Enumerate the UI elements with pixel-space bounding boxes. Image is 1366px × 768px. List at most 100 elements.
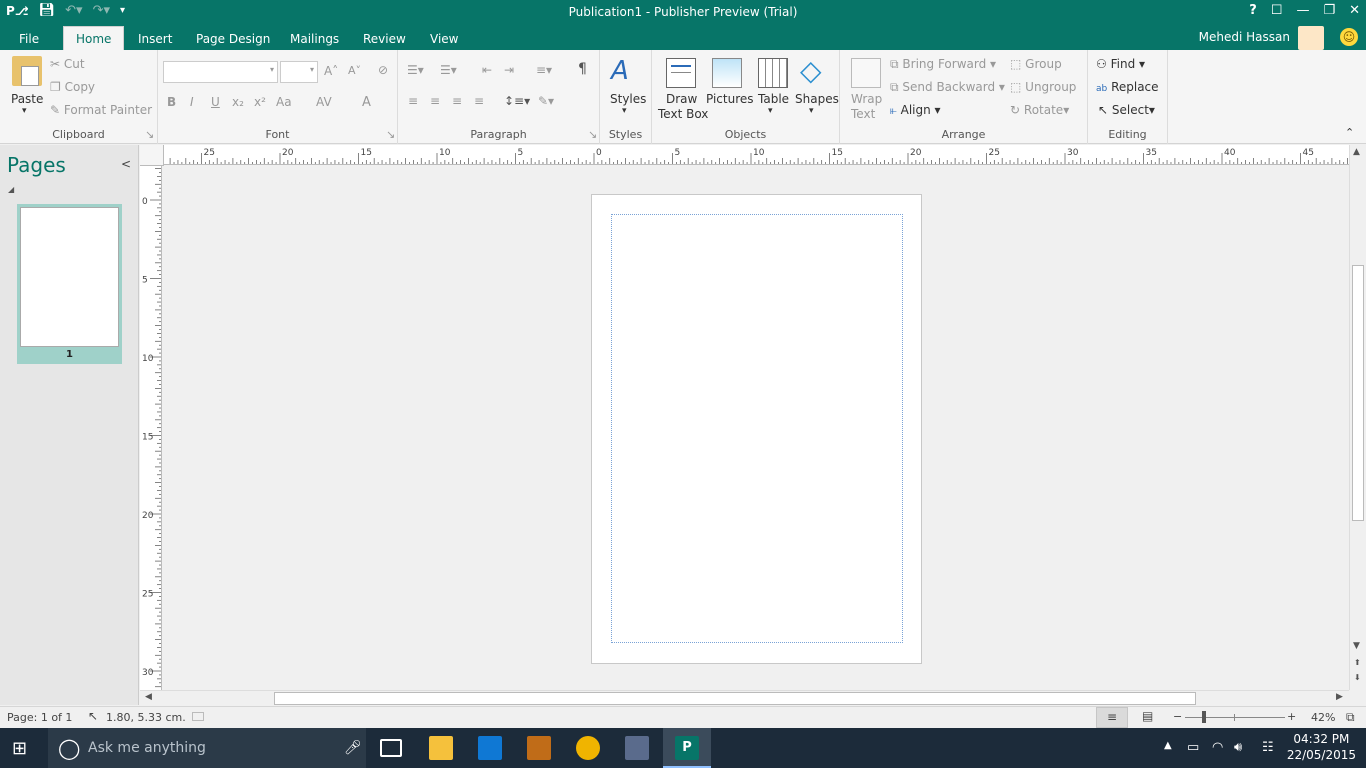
tab-file[interactable]: File (9, 28, 49, 50)
task-view-icon[interactable] (380, 739, 402, 757)
clipboard-dialog-launcher-icon[interactable]: ↘ (145, 128, 154, 141)
pictures-button[interactable]: Pictures (706, 92, 754, 106)
collapse-pages-panel-button[interactable]: < (121, 157, 131, 171)
section-expand-icon[interactable]: ◢ (8, 185, 14, 194)
ungroup-button[interactable]: ⬚ Ungroup (1010, 80, 1076, 94)
single-page-view-button[interactable]: ≡ (1096, 707, 1128, 728)
font-dialog-launcher-icon[interactable]: ↘ (386, 128, 395, 141)
minimize-button[interactable]: — (1296, 3, 1309, 18)
restore-button[interactable]: ❐ (1323, 3, 1335, 18)
zoom-level[interactable]: 42% (1311, 711, 1335, 724)
draw-text-box-button[interactable]: Draw (666, 92, 697, 106)
fit-page-icon[interactable]: ⧉ (1346, 710, 1355, 725)
vertical-scroll-thumb[interactable] (1352, 265, 1364, 521)
horizontal-ruler[interactable]: 25 20 15 10 5 0 5 10 15 20 25 30 35 40 45 (164, 145, 1350, 165)
user-name[interactable]: Mehedi Hassan (1199, 30, 1290, 44)
ribbon-display-options-button[interactable]: ☐ (1271, 3, 1283, 18)
bullets-icon[interactable]: ☰▾ (407, 63, 424, 77)
tab-insert[interactable]: Insert (128, 28, 182, 50)
font-name-select[interactable]: ▾ (163, 61, 278, 83)
copy-button[interactable]: ❐ Copy (50, 80, 95, 94)
clear-formatting-icon[interactable]: ⊘ (378, 63, 388, 77)
scroll-left-icon[interactable]: ◀ (145, 692, 152, 702)
subscript-button[interactable]: x₂ (232, 95, 244, 109)
help-button[interactable]: ? (1249, 3, 1257, 18)
find-button[interactable]: ⚇ Find ▾ (1096, 57, 1145, 71)
superscript-button[interactable]: x² (254, 95, 266, 109)
decrease-indent-icon[interactable]: ⇤ (482, 63, 492, 77)
scroll-right-icon[interactable]: ▶ (1336, 692, 1343, 702)
draw-text-box-icon[interactable] (666, 58, 696, 88)
bold-button[interactable]: B (167, 95, 176, 109)
zoom-out-button[interactable]: − (1173, 710, 1182, 723)
tab-review[interactable]: Review (353, 28, 416, 50)
publisher-taskbar-button[interactable]: P (663, 728, 711, 768)
align-center-icon[interactable]: ≡ (430, 94, 440, 108)
page-thumbnail[interactable]: 1 (17, 204, 122, 364)
rotate-button[interactable]: ↻ Rotate▾ (1010, 103, 1069, 117)
tab-home[interactable]: Home (63, 26, 125, 50)
scroll-up-icon[interactable]: ▲ (1353, 147, 1360, 157)
shapes-button[interactable]: Shapes (795, 92, 839, 106)
paragraph-dialog-launcher-icon[interactable]: ↘ (588, 128, 597, 141)
vertical-ruler[interactable]: 0 5 10 15 20 25 30 (140, 166, 162, 690)
wrap-text-icon[interactable] (851, 58, 881, 88)
paste-icon[interactable] (12, 56, 42, 86)
horizontal-scroll-thumb[interactable] (274, 692, 1196, 705)
windows-start-icon[interactable]: ⊞ (12, 738, 27, 759)
grow-font-button[interactable]: A˄ (324, 64, 338, 78)
two-page-spread-icon[interactable]: ▤ (1142, 709, 1153, 723)
avatar[interactable] (1298, 26, 1324, 50)
feedback-smiley-icon[interactable]: ☺ (1340, 28, 1358, 46)
vertical-scrollbar[interactable]: ▲ ▼ ⬆ ⬇ (1349, 145, 1366, 690)
numbering-icon[interactable]: ☰▾ (440, 63, 457, 77)
cortana-search-box[interactable]: ◯ Ask me anything 🎤︎ (48, 728, 366, 768)
sublime-text-icon[interactable] (527, 736, 551, 760)
file-explorer-icon[interactable] (429, 736, 453, 760)
columns-icon[interactable]: ≡▾ (536, 63, 552, 77)
show-pilcrow-button[interactable]: ¶ (578, 61, 587, 77)
change-case-button[interactable]: Aa (276, 95, 292, 109)
table-button[interactable]: Table (758, 92, 789, 106)
volume-icon[interactable]: 🔊︎ (1234, 740, 1242, 755)
collapse-ribbon-icon[interactable]: ⌃ (1345, 126, 1354, 139)
workspace-canvas[interactable] (163, 166, 1349, 690)
italic-button[interactable]: I (190, 95, 194, 109)
styles-button[interactable]: Styles (610, 92, 646, 106)
tab-page-design[interactable]: Page Design (186, 28, 280, 50)
increase-indent-icon[interactable]: ⇥ (504, 63, 514, 77)
horizontal-scrollbar[interactable]: ◀ ▶ (140, 690, 1349, 706)
font-size-select[interactable]: ▾ (280, 61, 318, 83)
character-spacing-button[interactable]: AV (316, 95, 332, 109)
bring-forward-button[interactable]: ⧉ Bring Forward ▾ (890, 57, 996, 72)
next-page-icon[interactable]: ⬇ (1354, 673, 1361, 682)
line-spacing-icon[interactable]: ↕≡▾ (504, 94, 530, 108)
taskbar-clock[interactable]: 04:32 PM 22/05/2015 (1287, 731, 1356, 763)
align-left-icon[interactable]: ≡ (408, 94, 418, 108)
scroll-down-icon[interactable]: ▼ (1353, 641, 1360, 651)
tab-mailings[interactable]: Mailings (280, 28, 349, 50)
shapes-icon[interactable]: ◇ (800, 56, 830, 86)
draw-text-box-label[interactable]: Text Box (658, 107, 708, 121)
align-right-icon[interactable]: ≡ (452, 94, 462, 108)
shrink-font-button[interactable]: A˅ (348, 64, 361, 77)
close-button[interactable]: ✕ (1349, 3, 1360, 18)
zoom-slider-thumb[interactable] (1202, 711, 1206, 723)
wifi-icon[interactable]: ◠ (1212, 740, 1223, 755)
styles-icon[interactable]: A (611, 56, 641, 86)
action-center-icon[interactable]: ☷ (1262, 740, 1274, 755)
microphone-icon[interactable]: 🎤︎ (344, 728, 362, 768)
show-hidden-icons[interactable]: ▲ (1164, 740, 1172, 751)
tab-view[interactable]: View (420, 28, 468, 50)
wrap-text-label[interactable]: Text (851, 107, 875, 121)
align-button[interactable]: ⫦ Align ▾ (890, 103, 941, 118)
replace-button[interactable]: ab Replace (1096, 80, 1159, 94)
send-backward-button[interactable]: ⧉ Send Backward ▾ (890, 80, 1005, 95)
select-button[interactable]: ↖ Select▾ (1098, 103, 1155, 117)
paste-button[interactable]: Paste (11, 92, 43, 106)
ruler-corner[interactable] (140, 145, 164, 166)
pictures-icon[interactable] (712, 58, 742, 88)
underline-button[interactable]: U (211, 95, 220, 109)
group-button[interactable]: ⬚ Group (1010, 57, 1062, 71)
paint-app-icon[interactable] (625, 736, 649, 760)
